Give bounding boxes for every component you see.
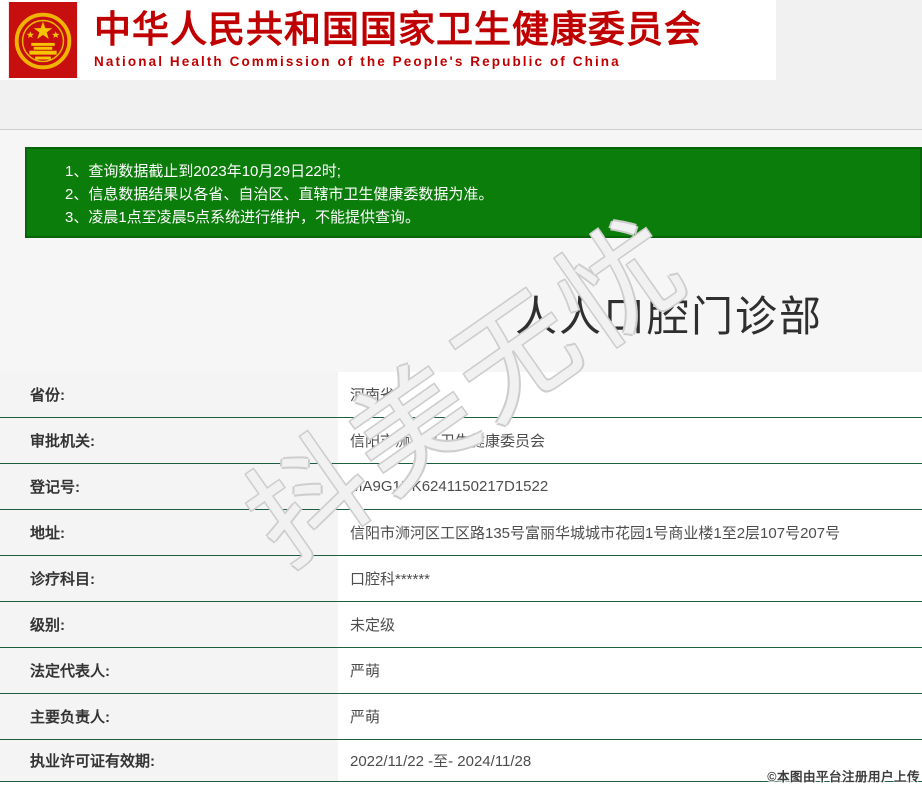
china-national-emblem-icon — [8, 2, 78, 78]
row-label: 审批机关: — [0, 418, 338, 463]
row-label: 省份: — [0, 372, 338, 417]
row-value: 口腔科****** — [338, 556, 922, 601]
corner-watermark: ©本图由平台注册用户上传 — [767, 770, 920, 784]
table-row-province: 省份: 河南省 — [0, 372, 922, 418]
notice-line-2: 2、信息数据结果以各省、自治区、直辖市卫生健康委数据为准。 — [65, 186, 494, 203]
notice-line-1: 1、查询数据截止到2023年10月29日22时; — [65, 163, 341, 180]
row-label: 执业许可证有效期: — [0, 740, 338, 781]
row-value: 信阳市浉河区工区路135号富丽华城城市花园1号商业楼1至2层107号207号 — [338, 510, 922, 555]
row-value: 河南省 — [338, 372, 922, 417]
site-header: 中华人民共和国国家卫生健康委员会 National Health Commiss… — [0, 0, 776, 80]
row-value: 未定级 — [338, 602, 922, 647]
row-label: 级别: — [0, 602, 338, 647]
site-title: 中华人民共和国国家卫生健康委员会 — [94, 9, 702, 50]
row-label: 登记号: — [0, 464, 338, 509]
table-row-legal-representative: 法定代表人: 严萌 — [0, 648, 922, 694]
header-text-block: 中华人民共和国国家卫生健康委员会 National Health Commiss… — [94, 8, 702, 69]
row-label: 诊疗科目: — [0, 556, 338, 601]
table-row-principal: 主要负责人: 严萌 — [0, 694, 922, 740]
row-value: MA9G1NK6241150217D1522 — [338, 464, 922, 509]
table-row-registration-number: 登记号: MA9G1NK6241150217D1522 — [0, 464, 922, 510]
row-label: 地址: — [0, 510, 338, 555]
table-row-level: 级别: 未定级 — [0, 602, 922, 648]
table-row-approval-authority: 审批机关: 信阳市浉河区卫生健康委员会 — [0, 418, 922, 464]
row-label: 主要负责人: — [0, 694, 338, 739]
row-value: 严萌 — [338, 694, 922, 739]
notice-banner: 1、查询数据截止到2023年10月29日22时; 2、信息数据结果以各省、自治区… — [25, 147, 922, 238]
institution-info-table: 省份: 河南省 审批机关: 信阳市浉河区卫生健康委员会 登记号: MA9G1NK… — [0, 372, 922, 782]
row-label: 法定代表人: — [0, 648, 338, 693]
table-row-address: 地址: 信阳市浉河区工区路135号富丽华城城市花园1号商业楼1至2层107号20… — [0, 510, 922, 556]
site-subtitle: National Health Commission of the People… — [94, 54, 621, 69]
row-value: 信阳市浉河区卫生健康委员会 — [338, 418, 922, 463]
row-value: 严萌 — [338, 648, 922, 693]
table-row-departments: 诊疗科目: 口腔科****** — [0, 556, 922, 602]
institution-name-title: 人人口腔门诊部 — [515, 293, 824, 340]
notice-line-3: 3、凌晨1点至凌晨5点系统进行维护，不能提供查询。 — [65, 209, 421, 226]
